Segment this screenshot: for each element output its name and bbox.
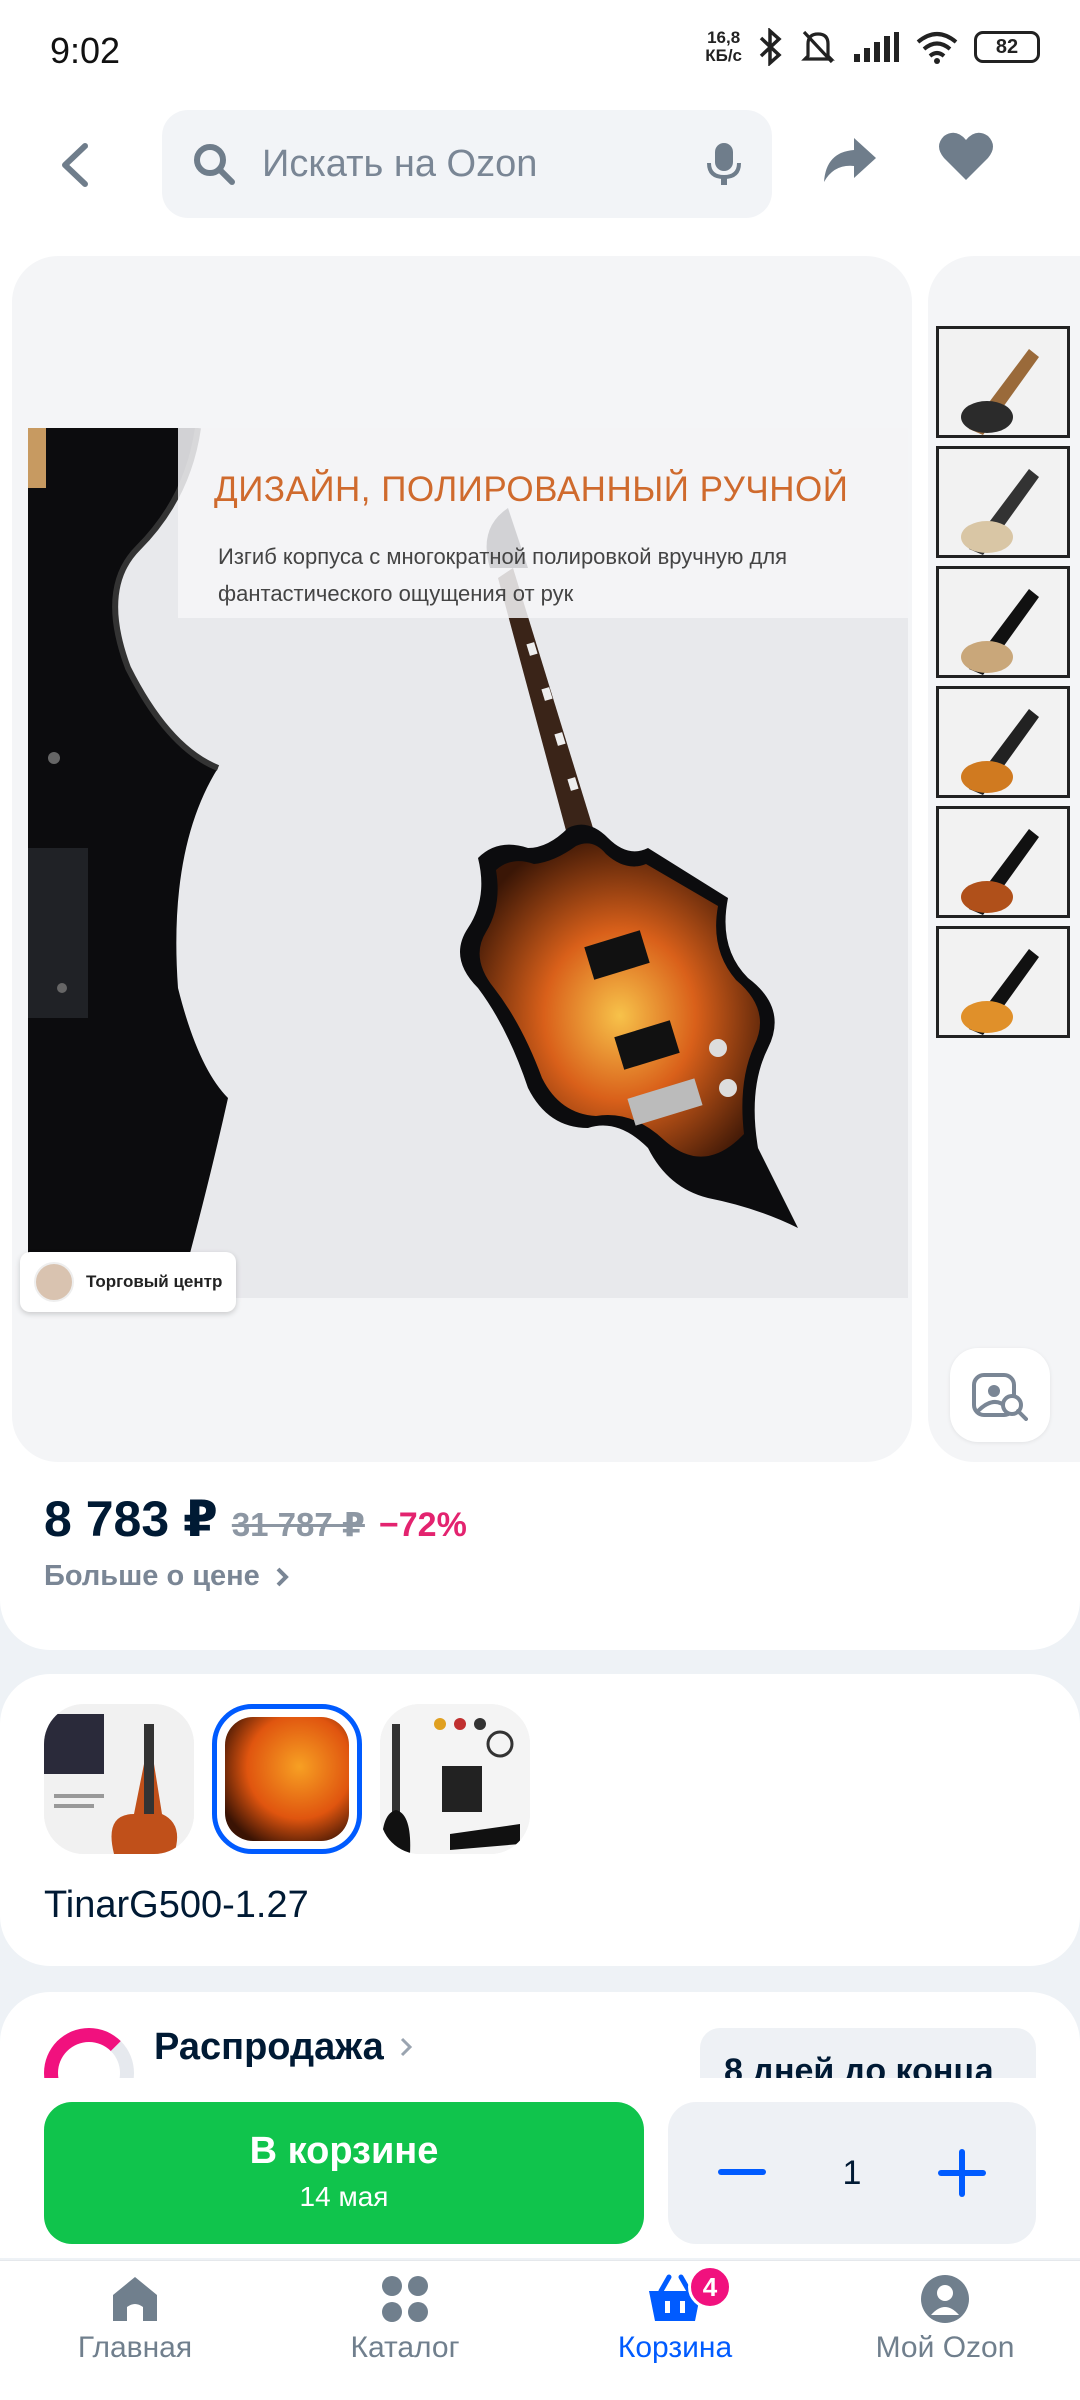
- decrease-button[interactable]: [712, 2143, 772, 2203]
- variant-option[interactable]: [44, 1704, 194, 1854]
- nav-home-label: Главная: [77, 2331, 193, 2364]
- gallery-thumbnail[interactable]: [936, 926, 1070, 1038]
- variant-selector: TinarG500-1.27: [0, 1674, 1080, 1966]
- nav-home[interactable]: Главная: [0, 2261, 270, 2400]
- current-price: 8 783 ₽: [44, 1491, 218, 1547]
- signal-icon: [854, 32, 899, 62]
- purchase-bar: В корзине 14 мая 1: [0, 2078, 1080, 2258]
- in-cart-button[interactable]: В корзине 14 мая: [44, 2102, 644, 2244]
- more-price-link[interactable]: Больше о цене: [44, 1560, 292, 1593]
- chevron-right-icon: [276, 1567, 289, 1587]
- gallery-thumbnail[interactable]: [936, 446, 1070, 558]
- variant-thumbnail: [44, 1704, 194, 1854]
- minus-icon: [718, 2169, 766, 2175]
- search-placeholder: Искать на Ozon: [262, 142, 538, 185]
- quantity-value: 1: [842, 2153, 862, 2192]
- banner-title: ДИЗАЙН, ПОЛИРОВАННЫЙ РУЧНОЙ: [214, 470, 849, 509]
- increase-button[interactable]: [932, 2143, 992, 2203]
- photo-search-button[interactable]: [950, 1348, 1050, 1442]
- product-gallery: ДИЗАЙН, ПОЛИРОВАННЫЙ РУЧНОЙ Изгиб корпус…: [0, 250, 1080, 1650]
- status-icons: 16,8 КБ/с 82: [705, 28, 1040, 66]
- nav-catalog-label: Каталог: [350, 2331, 460, 2364]
- variant-option-selected[interactable]: [212, 1704, 362, 1854]
- gallery-thumbnail[interactable]: [936, 566, 1070, 678]
- plus-icon: [937, 2149, 986, 2197]
- seller-chip[interactable]: Торговый центр: [20, 1252, 237, 1312]
- catalog-grid-icon: [382, 2276, 428, 2322]
- wifi-icon: [916, 32, 958, 64]
- price-row: 8 783 ₽ 31 787 ₽ −72%: [44, 1490, 467, 1548]
- favorite-button[interactable]: [938, 130, 1008, 200]
- nav-profile[interactable]: Мой Ozon: [810, 2261, 1080, 2400]
- gallery-thumbnail[interactable]: [936, 326, 1070, 438]
- gallery-thumbnail[interactable]: [936, 806, 1070, 918]
- share-button[interactable]: [820, 130, 890, 200]
- delivery-date: 14 мая: [299, 2181, 389, 2212]
- share-icon: [824, 138, 876, 182]
- profile-icon: [921, 2275, 969, 2323]
- cart-count-badge: 4: [688, 2265, 732, 2309]
- battery-indicator: 82: [974, 31, 1040, 63]
- variant-thumbnail: [380, 1704, 530, 1854]
- search-input[interactable]: Искать на Ozon: [162, 110, 772, 218]
- nav-profile-label: Мой Ozon: [875, 2331, 1015, 2364]
- variant-thumbnail: [225, 1717, 349, 1841]
- search-icon: [194, 144, 235, 185]
- home-icon: [113, 2277, 157, 2321]
- status-bar: 9:02 16,8 КБ/с 82: [0, 0, 1080, 100]
- main-product-photo[interactable]: ДИЗАЙН, ПОЛИРОВАННЫЙ РУЧНОЙ Изгиб корпус…: [12, 256, 912, 1462]
- back-button[interactable]: [40, 130, 110, 200]
- status-time: 9:02: [50, 30, 121, 71]
- nav-cart[interactable]: 4 Корзина: [540, 2261, 810, 2400]
- old-price: 31 787 ₽: [231, 1506, 365, 1543]
- discount-badge: −72%: [378, 1506, 467, 1544]
- variant-option[interactable]: [380, 1704, 530, 1854]
- microphone-icon[interactable]: [706, 141, 742, 187]
- back-arrow-icon: [62, 143, 88, 187]
- bluetooth-icon: [759, 28, 782, 66]
- promo-banner: ДИЗАЙН, ПОЛИРОВАННЫЙ РУЧНОЙ Изгиб корпус…: [178, 428, 908, 618]
- cart-button-label: В корзине: [249, 2130, 439, 2172]
- quantity-stepper: 1: [668, 2102, 1036, 2244]
- network-speed: 16,8 КБ/с: [705, 28, 742, 65]
- gallery-thumbnail[interactable]: [936, 686, 1070, 798]
- nav-catalog[interactable]: Каталог: [270, 2261, 540, 2400]
- search-header: Искать на Ozon: [0, 100, 1080, 250]
- seller-name: Торговый центр: [86, 1272, 223, 1291]
- image-search-icon: [972, 1373, 1028, 1421]
- nav-cart-label: Корзина: [617, 2331, 733, 2364]
- seller-avatar: [34, 1262, 74, 1302]
- model-name: TinarG500-1.27: [44, 1884, 309, 1926]
- chevron-right-icon: [401, 2037, 413, 2057]
- banner-text: Изгиб корпуса с многократной полировкой …: [218, 544, 788, 606]
- heart-icon: [939, 132, 993, 180]
- sale-title[interactable]: Распродажа: [154, 2026, 414, 2069]
- product-image: ДИЗАЙН, ПОЛИРОВАННЫЙ РУЧНОЙ Изгиб корпус…: [28, 428, 908, 1298]
- mute-bell-icon: [801, 30, 835, 64]
- bottom-navigation: Главная Каталог 4 Корзина Мой Ozon: [0, 2260, 1080, 2400]
